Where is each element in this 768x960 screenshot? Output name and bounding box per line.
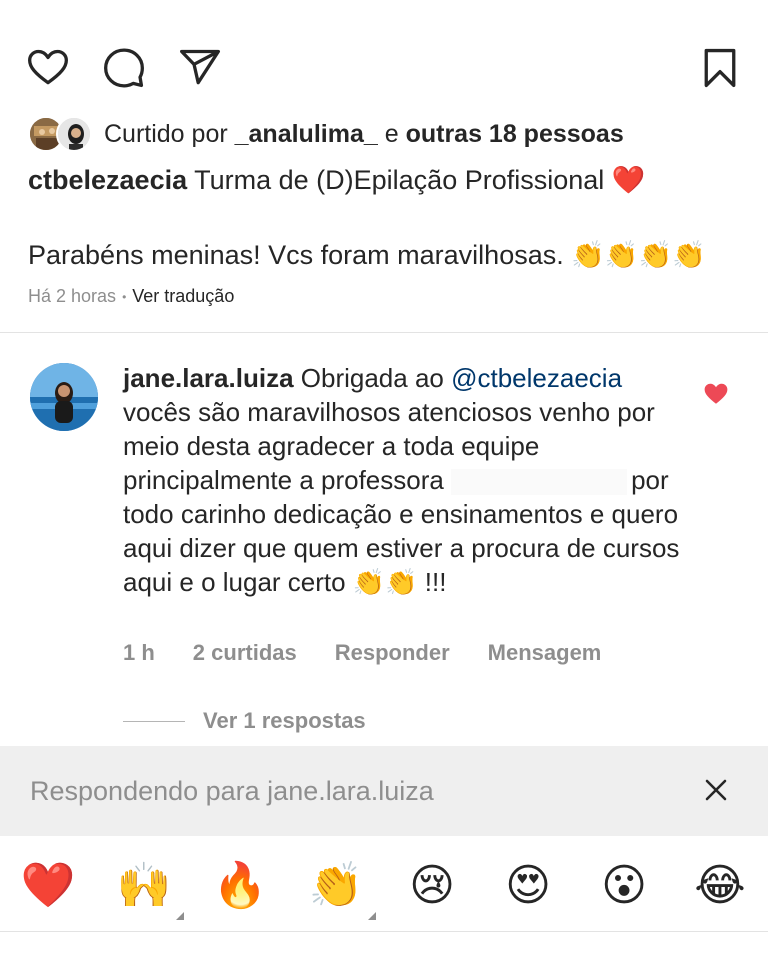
post-meta: Há 2 horas • Ver tradução [28, 286, 234, 307]
post-time: Há 2 horas [28, 286, 117, 306]
view-replies-label: Ver 1 respostas [203, 708, 366, 733]
raised-hands-emoji: 🙌 [116, 860, 172, 911]
liker-avatars [28, 116, 94, 152]
see-translation-link[interactable]: Ver tradução [132, 286, 234, 306]
comment-username[interactable]: jane.lara.luiza [123, 363, 294, 393]
redacted-name [451, 469, 628, 496]
emoji-button[interactable]: 😂 [692, 858, 748, 914]
skin-tone-indicator [368, 912, 376, 920]
view-replies-button[interactable]: Ver 1 respostas [123, 708, 366, 734]
comment-text: jane.lara.luiza Obrigada ao @ctbelezaeci… [123, 361, 688, 599]
comment-time: 1 h [123, 640, 155, 665]
caption-line-2: Parabéns meninas! Vcs foram maravilhosas… [28, 240, 706, 270]
red-heart-emoji: ❤️ [20, 860, 76, 911]
replies-line [123, 720, 185, 722]
caption-text: Turma de (D)Epilação Profissional ❤️ [194, 165, 646, 195]
meta-separator: • [122, 290, 127, 305]
clapping-hands-emoji: 👏 [308, 860, 364, 911]
avatar [56, 116, 92, 152]
comment-mention[interactable]: @ctbelezaecia [451, 363, 622, 393]
tears-of-joy-emoji: 😂 [694, 860, 746, 911]
comment-text-part: Obrigada ao [300, 363, 444, 393]
emoji-button[interactable]: 🔥 [212, 858, 268, 914]
liked-by-connector: e [384, 119, 399, 148]
surprised-face-emoji: 😮 [601, 860, 647, 911]
divider [0, 332, 768, 333]
avatar[interactable] [30, 363, 98, 431]
message-button[interactable]: Mensagem [488, 640, 602, 666]
liked-by-prefix: Curtido por [104, 119, 228, 148]
heart-filled-icon [704, 383, 728, 404]
emoji-button[interactable]: 😢 [404, 858, 460, 914]
replying-to-text: Respondendo para jane.lara.luiza [30, 776, 434, 806]
liked-by-others[interactable]: outras 18 pessoas [406, 120, 624, 149]
skin-tone-indicator [176, 912, 184, 920]
caption-username[interactable]: ctbelezaecia [28, 165, 187, 195]
fire-emoji: 🔥 [212, 860, 268, 911]
close-icon [705, 779, 727, 801]
like-button[interactable] [24, 44, 72, 92]
crying-face-emoji: 😢 [409, 860, 455, 911]
emoji-button[interactable]: 🙌 [116, 858, 184, 920]
liked-by-user[interactable]: _analulima_ [235, 120, 378, 149]
heart-outline-icon [28, 49, 68, 85]
emoji-button[interactable]: 😍 [500, 858, 556, 914]
comment-like-button[interactable] [703, 381, 729, 407]
save-button[interactable] [696, 44, 744, 92]
bookmark-icon [704, 48, 736, 88]
replying-banner: Respondendo para jane.lara.luiza [0, 746, 768, 836]
post-action-bar [0, 40, 768, 96]
heart-eyes-emoji: 😍 [505, 860, 551, 911]
emoji-button[interactable]: ❤️ [20, 858, 76, 914]
emoji-quick-bar: ❤️ 🙌 🔥 👏 😢 😍 😮 😂 [0, 836, 768, 932]
likes-summary[interactable]: Curtido por _analulima_ e outras 18 pess… [28, 112, 624, 156]
emoji-button[interactable]: 😮 [596, 858, 652, 914]
comment-button[interactable] [100, 44, 148, 92]
paper-plane-icon [180, 49, 220, 85]
emoji-button[interactable]: 👏 [308, 858, 376, 920]
comment-bubble-icon [104, 48, 144, 88]
share-button[interactable] [176, 44, 224, 92]
comment-actions: 1 h 2 curtidas Responder Mensagem [123, 640, 639, 666]
comment-likes-count[interactable]: 2 curtidas [193, 640, 297, 666]
cancel-reply-button[interactable] [698, 772, 734, 808]
reply-button[interactable]: Responder [335, 640, 450, 666]
post-caption: ctbelezaecia Turma de (D)Epilação Profis… [28, 162, 748, 198]
